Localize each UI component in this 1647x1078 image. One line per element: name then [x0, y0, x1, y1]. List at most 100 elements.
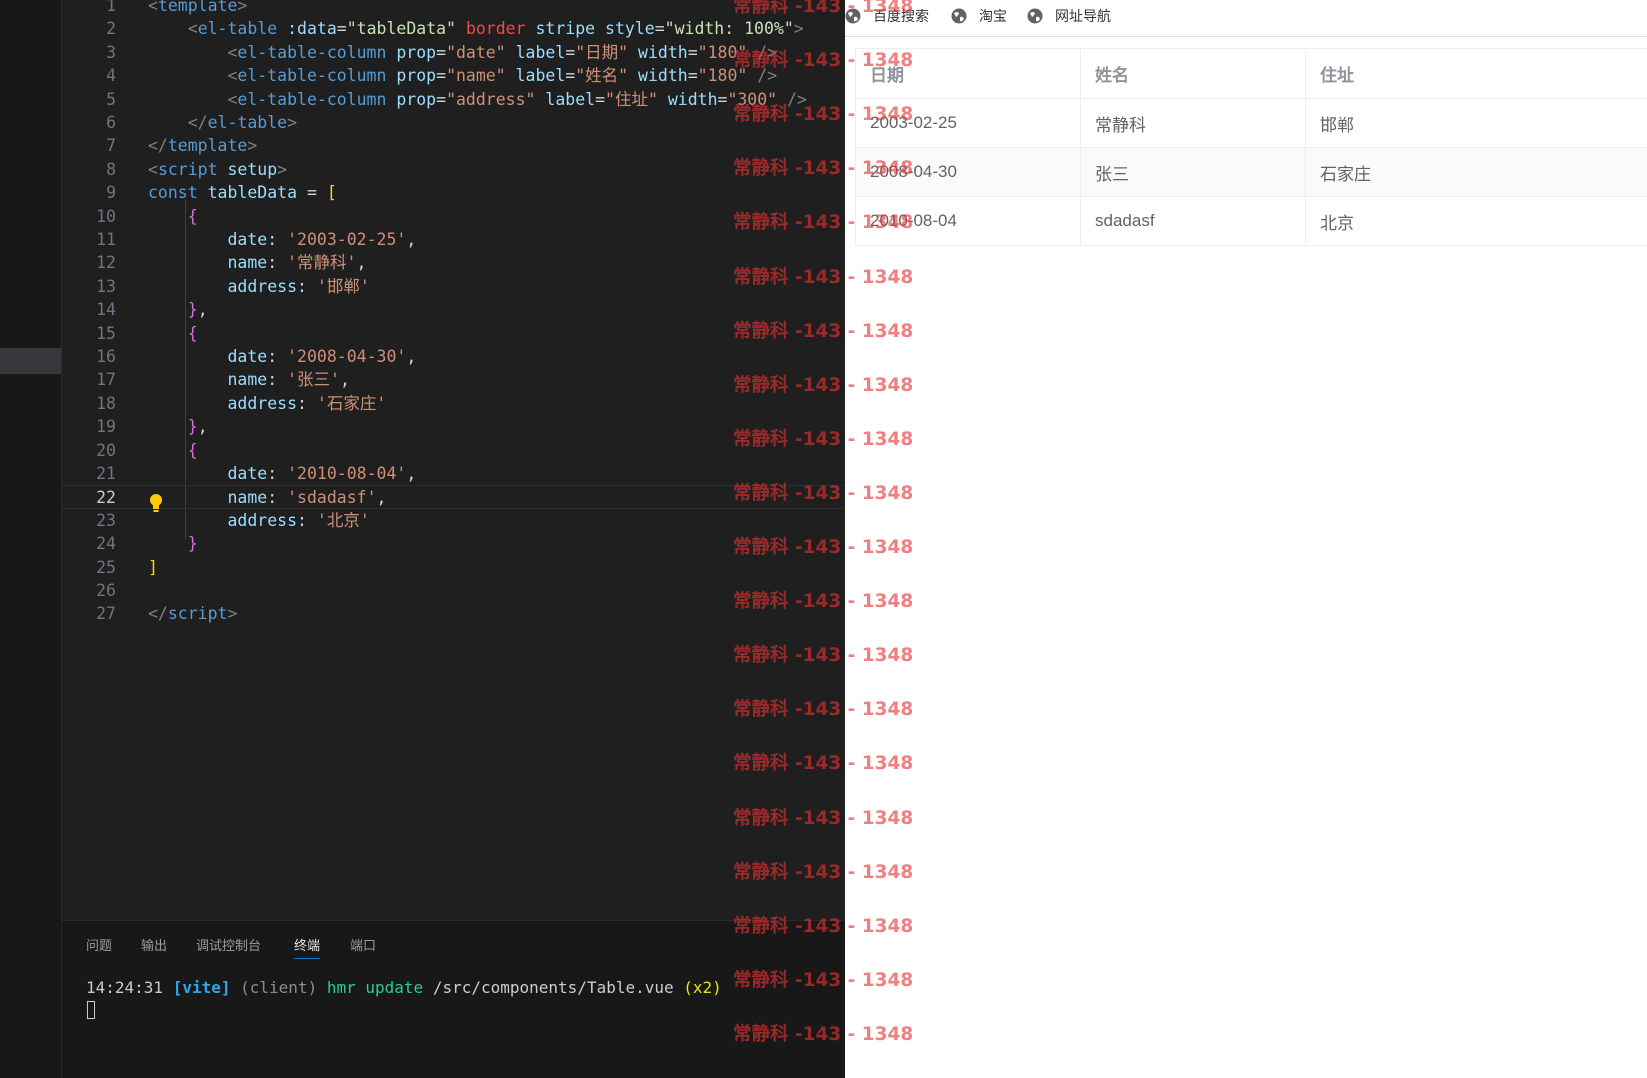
code-text: { [187, 440, 198, 460]
line-number: 16 [96, 347, 116, 366]
code-line[interactable]: 2 <el-table :data="tableData" border str… [62, 17, 845, 41]
code-line[interactable]: 8 <script setup> [62, 158, 845, 182]
code-line[interactable]: 10 { [62, 205, 845, 229]
code-text: <el-table-column prop="date" label="日期" … [227, 42, 778, 62]
table-header-name[interactable]: 姓名 [1081, 49, 1306, 98]
code-editor[interactable]: 1 <template> 2 <el-table :data="tableData"… [62, 0, 845, 920]
code-line[interactable]: 17 name: '张三', [62, 368, 845, 392]
table-cell-date: 2003-02-25 [856, 99, 1081, 147]
code-text: </template> [148, 136, 258, 156]
code-text: { [187, 323, 198, 343]
code-line[interactable]: 26 [62, 579, 845, 603]
code-text: date: '2010-08-04', [227, 464, 417, 483]
code-line[interactable]: 25] [62, 556, 845, 580]
code-text: date: '2003-02-25', [227, 230, 417, 249]
code-text: address: '邯郸' [227, 276, 370, 296]
line-number: 4 [106, 66, 116, 86]
bottom-panel: 问题 输出 调试控制台 终端 端口 14:24:31 [vite] (clien… [62, 920, 845, 1078]
code-line[interactable]: 18 address: '石家庄' [62, 392, 845, 416]
terminal-time: 14:24:31 [86, 978, 164, 997]
line-number: 8 [106, 159, 116, 179]
code-line[interactable]: 22 name: 'sdadasf', [62, 485, 845, 510]
table-row[interactable]: 2010-08-04 sdadasf 北京 [856, 197, 1647, 246]
browser-viewport: 百度搜索 淘宝 网址导航 日期 姓名 住址 2003-02-25 常静科 邯郸 … [845, 0, 1647, 1078]
code-line[interactable]: 3 <el-table-column prop="date" label="日期… [62, 41, 845, 65]
activity-bar [0, 0, 62, 1078]
line-number: 1 [106, 0, 116, 15]
line-number: 20 [96, 440, 116, 460]
code-line[interactable]: 7 </template> [62, 134, 845, 158]
code-text: address: '北京' [227, 510, 370, 530]
tab-problems[interactable]: 问题 [86, 935, 112, 954]
code-line[interactable]: 9 const tableData = [ [62, 181, 845, 205]
line-number: 11 [96, 230, 116, 249]
line-number: 9 [106, 183, 116, 203]
terminal-cursor[interactable] [87, 1001, 95, 1019]
code-line[interactable]: 21 date: '2010-08-04', [62, 462, 845, 486]
bookmark-label: 百度搜索 [873, 8, 929, 24]
terminal-count: (x2) [683, 978, 722, 997]
code-line[interactable]: 15 { [62, 322, 845, 346]
table-header-date[interactable]: 日期 [856, 49, 1081, 98]
code-line[interactable]: 14 }, [62, 298, 845, 322]
table-cell-date: 2008-04-30 [856, 148, 1081, 196]
tab-debug-console[interactable]: 调试控制台 [196, 935, 261, 954]
line-number: 15 [96, 323, 116, 343]
code-line[interactable]: 5 <el-table-column prop="address" label=… [62, 88, 845, 112]
tab-output[interactable]: 输出 [141, 935, 167, 954]
code-text: <template> [148, 0, 248, 15]
code-text: </script> [148, 604, 238, 624]
code-text: <el-table-column prop="name" label="姓名" … [227, 66, 778, 86]
table-cell-address: 石家庄 [1320, 164, 1371, 184]
line-number: 6 [106, 113, 116, 132]
bookmark-baidu[interactable]: 百度搜索 [845, 6, 929, 26]
code-line[interactable]: 4 <el-table-column prop="name" label="姓名… [62, 64, 845, 88]
code-line[interactable]: 11 date: '2003-02-25', [62, 228, 845, 252]
table-header-address[interactable]: 住址 [1306, 49, 1647, 98]
code-text: name: '常静科', [227, 253, 367, 273]
line-number: 12 [96, 253, 116, 273]
line-number: 23 [96, 510, 116, 530]
terminal-output-line: 14:24:31 [vite] (client) hmr update /src… [86, 978, 722, 997]
terminal-path: /src/components/Table.vue [432, 978, 674, 997]
tab-terminal[interactable]: 终端 [294, 935, 321, 959]
line-number: 22 [96, 488, 116, 508]
table-cell-date: 2010-08-04 [856, 197, 1081, 245]
line-number: 25 [96, 557, 116, 577]
table-row[interactable]: 2008-04-30 张三 石家庄 [856, 148, 1647, 197]
line-number: 26 [96, 581, 116, 600]
code-line[interactable]: 24 } [62, 532, 845, 556]
line-number: 14 [96, 300, 116, 320]
code-line[interactable]: 6 </el-table> [62, 111, 845, 135]
table-row[interactable]: 2003-02-25 常静科 邯郸 [856, 99, 1647, 148]
terminal-vite-tag: [vite] [172, 978, 231, 997]
globe-icon [1027, 8, 1043, 24]
code-line[interactable]: 12 name: '常静科', [62, 251, 845, 275]
bookmark-nav[interactable]: 网址导航 [1027, 6, 1111, 26]
code-line[interactable]: 1 <template> [62, 0, 845, 18]
code-line[interactable]: 20 { [62, 439, 845, 463]
code-text: }, [187, 300, 208, 320]
table-cell-name: sdadasf [1081, 197, 1306, 245]
code-text: </el-table> [187, 113, 298, 132]
table-cell-name: 常静科 [1081, 99, 1306, 147]
code-text: <el-table :data="tableData" border strip… [187, 19, 804, 39]
code-line[interactable]: 27 </script> [62, 602, 845, 626]
code-line[interactable]: 23 address: '北京' [62, 509, 845, 533]
activity-selected-item[interactable] [0, 348, 61, 374]
data-table: 日期 姓名 住址 2003-02-25 常静科 邯郸 2008-04-30 张三… [855, 48, 1647, 246]
tab-ports[interactable]: 端口 [350, 935, 376, 954]
table-header-row: 日期 姓名 住址 [856, 49, 1647, 99]
terminal-client: (client) [240, 978, 318, 997]
code-text: ] [148, 557, 158, 577]
lightbulb-icon[interactable] [148, 493, 164, 515]
line-number: 21 [96, 464, 116, 483]
code-line[interactable]: 19 }, [62, 415, 845, 439]
terminal-action: hmr update [326, 978, 424, 997]
bookmark-label: 网址导航 [1055, 8, 1111, 24]
line-number: 3 [106, 42, 116, 62]
code-line[interactable]: 16 date: '2008-04-30', [62, 345, 845, 369]
code-line[interactable]: 13 address: '邯郸' [62, 275, 845, 299]
bookmark-taobao[interactable]: 淘宝 [951, 6, 1007, 26]
line-number: 19 [96, 417, 116, 437]
